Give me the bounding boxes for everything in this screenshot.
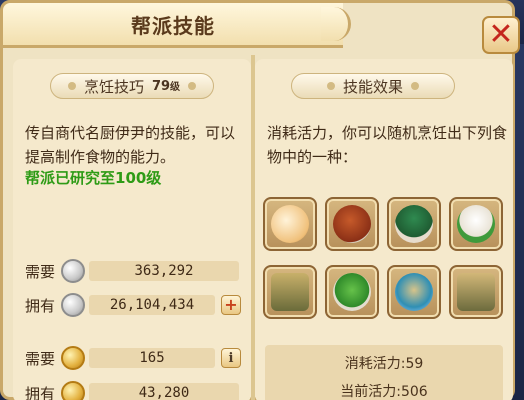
skill-name: 烹饪技巧 xyxy=(83,77,144,96)
food-slot-bronze-cauldron[interactable] xyxy=(263,265,317,319)
silver-have-label: 拥有 xyxy=(25,297,56,315)
silver-need-value: 363,292 xyxy=(89,261,239,281)
game-screen: 帮派技能 烹饪技巧 79级 技能效果 传自商代名厨伊尹的技能，可以提高制作食物的… xyxy=(0,0,524,400)
food-slot-steamed-buns[interactable] xyxy=(263,197,317,251)
silver-have-value: 26,104,434 xyxy=(89,295,215,315)
close-button[interactable]: ✕ xyxy=(482,16,520,54)
dish-with-cover-icon xyxy=(395,205,433,243)
gold-have-value: 43,280 xyxy=(89,383,239,400)
vitality-current: 当前活力:506 xyxy=(340,384,428,400)
gold-coin-icon xyxy=(61,381,85,400)
vitality-box: 消耗活力:59 当前活力:506 xyxy=(265,345,503,400)
food-slot-green-cake[interactable] xyxy=(325,265,379,319)
effect-header: 技能效果 xyxy=(291,73,455,99)
bronze-cauldron-icon xyxy=(271,273,309,311)
braised-meat-icon xyxy=(333,205,371,243)
plus-icon: + xyxy=(224,295,238,314)
vitality-cost: 消耗活力:59 xyxy=(344,356,424,372)
rice-dumpling-icon xyxy=(457,205,495,243)
effect-description: 消耗活力，你可以随机烹饪出下列食物中的一种： xyxy=(267,124,508,166)
food-slot-covered-dish[interactable] xyxy=(387,197,441,251)
skill-name-header: 烹饪技巧 79级 xyxy=(50,73,214,99)
skill-description: 传自商代名厨伊尹的技能，可以提高制作食物的能力。 xyxy=(25,124,236,166)
silver-coin-icon xyxy=(61,259,85,283)
bronze-vessel-icon xyxy=(457,273,495,311)
title-bar: 帮派技能 xyxy=(3,3,343,48)
research-status: 帮派已研究至100级 xyxy=(25,169,162,187)
gold-need-value: 165 xyxy=(89,348,215,368)
header-dot-icon xyxy=(411,82,419,90)
title-bar-corner xyxy=(321,7,351,41)
silver-need-label: 需要 xyxy=(25,263,56,281)
close-x-icon: ✕ xyxy=(488,17,514,52)
food-slot-braised-meat[interactable] xyxy=(325,197,379,251)
skill-panel: 帮派技能 烹饪技巧 79级 技能效果 传自商代名厨伊尹的技能，可以提高制作食物的… xyxy=(0,0,515,400)
skill-level: 79级 xyxy=(151,79,181,94)
header-dot-icon xyxy=(326,82,335,90)
add-silver-button[interactable]: + xyxy=(221,295,241,315)
info-icon: i xyxy=(228,350,234,366)
effect-header-label: 技能效果 xyxy=(342,77,403,96)
soup-bowl-icon xyxy=(395,273,433,311)
green-cake-icon xyxy=(333,273,371,311)
gold-info-button[interactable]: i xyxy=(221,348,241,368)
gold-have-label: 拥有 xyxy=(25,385,56,400)
gold-need-label: 需要 xyxy=(25,350,56,368)
gold-coin-icon xyxy=(61,346,85,370)
food-slot-bronze-vessel[interactable] xyxy=(449,265,503,319)
silver-coin-icon xyxy=(61,293,85,317)
food-slot-rice-dumpling[interactable] xyxy=(449,197,503,251)
steamed-buns-icon xyxy=(271,205,309,243)
header-dot-icon xyxy=(67,82,76,90)
food-slot-soup-bowl[interactable] xyxy=(387,265,441,319)
header-dot-icon xyxy=(188,82,197,90)
page-title: 帮派技能 xyxy=(131,13,215,38)
